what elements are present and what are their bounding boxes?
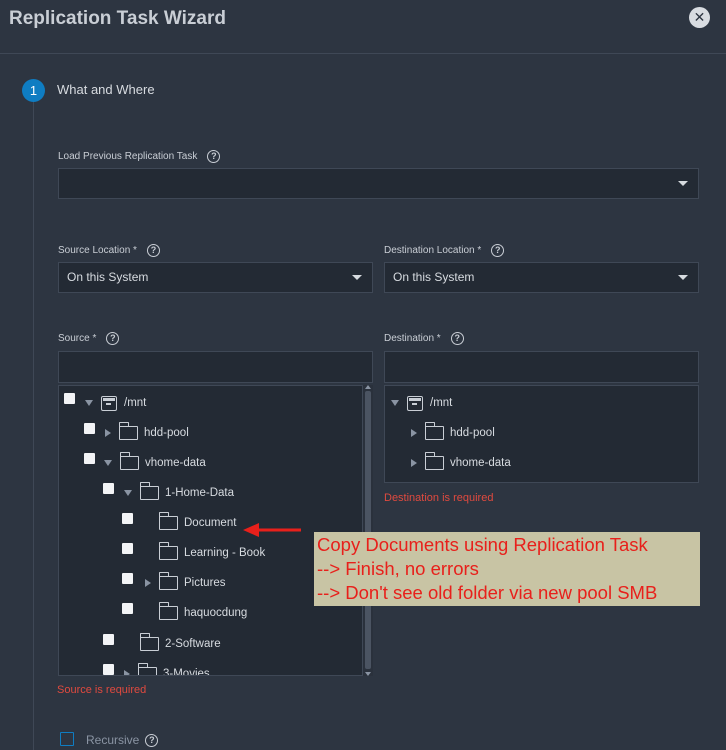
folder-icon bbox=[158, 572, 178, 590]
scroll-thumb[interactable] bbox=[365, 391, 371, 669]
scroll-up-icon[interactable] bbox=[365, 385, 371, 389]
folder-icon bbox=[158, 602, 178, 620]
recursive-label: Recursive ? bbox=[86, 733, 159, 747]
expand-arrow-icon[interactable] bbox=[105, 429, 111, 437]
folder-icon bbox=[119, 452, 139, 470]
annotation-line: Copy Documents using Replication Task bbox=[317, 534, 648, 555]
tree-node[interactable]: 1-Home-Data bbox=[124, 482, 234, 503]
annotation-line: --> Finish, no errors bbox=[317, 558, 479, 579]
tree-checkbox[interactable] bbox=[103, 483, 114, 494]
tree-node[interactable]: Document bbox=[145, 512, 236, 533]
step-label: What and Where bbox=[57, 82, 155, 97]
expand-arrow-icon[interactable] bbox=[85, 400, 93, 406]
tree-checkbox[interactable] bbox=[103, 664, 114, 675]
destination-location-label: Destination Location * ? bbox=[384, 244, 505, 257]
scroll-down-icon[interactable] bbox=[365, 672, 371, 676]
step-line bbox=[33, 101, 34, 750]
tree-checkbox[interactable] bbox=[122, 573, 133, 584]
tree-checkbox[interactable] bbox=[122, 603, 133, 614]
tree-node[interactable]: Learning - Book bbox=[145, 542, 265, 563]
destination-input[interactable] bbox=[384, 351, 699, 383]
step-number: 1 bbox=[22, 79, 45, 102]
tree-node[interactable]: vhome-data bbox=[104, 452, 206, 473]
annotation-arrow-icon bbox=[243, 523, 301, 537]
tree-checkbox[interactable] bbox=[122, 543, 133, 554]
source-label: Source * ? bbox=[58, 332, 120, 345]
annotation-line: --> Don't see old folder via new pool SM… bbox=[317, 582, 658, 603]
dialog-title: Replication Task Wizard bbox=[9, 8, 226, 29]
tree-checkbox[interactable] bbox=[64, 393, 75, 404]
tree-checkbox[interactable] bbox=[84, 423, 95, 434]
folder-icon bbox=[158, 542, 178, 560]
source-location-label: Source Location * ? bbox=[58, 244, 160, 257]
folder-icon bbox=[137, 663, 157, 675]
tree-node[interactable]: hdd-pool bbox=[411, 422, 495, 443]
tree-node[interactable]: Pictures bbox=[145, 572, 226, 593]
chevron-down-icon bbox=[678, 275, 688, 280]
source-location-select[interactable]: On this System bbox=[58, 262, 373, 293]
folder-icon bbox=[158, 512, 178, 530]
destination-location-select[interactable]: On this System bbox=[384, 262, 699, 293]
tree-checkbox[interactable] bbox=[84, 453, 95, 464]
recursive-checkbox[interactable] bbox=[60, 732, 74, 746]
folder-icon bbox=[424, 452, 444, 470]
folder-icon bbox=[139, 482, 159, 500]
annotation-note: Copy Documents using Replication Task --… bbox=[314, 532, 700, 606]
tree-node[interactable]: /mnt bbox=[391, 393, 452, 413]
source-input[interactable] bbox=[58, 351, 373, 383]
source-tree: /mnt hdd-pool vhome-data 1-Home-Data Doc… bbox=[58, 385, 363, 676]
destination-error: Destination is required bbox=[384, 492, 494, 504]
tree-node[interactable]: 2-Software bbox=[126, 633, 221, 654]
folder-icon bbox=[139, 633, 159, 651]
close-icon[interactable]: ✕ bbox=[689, 7, 710, 28]
expand-arrow-icon[interactable] bbox=[411, 429, 417, 437]
expand-arrow-icon[interactable] bbox=[104, 460, 112, 466]
expand-arrow-icon[interactable] bbox=[124, 670, 130, 675]
chevron-down-icon bbox=[352, 275, 362, 280]
help-icon[interactable]: ? bbox=[146, 244, 160, 257]
expand-arrow-icon[interactable] bbox=[124, 490, 132, 496]
folder-icon bbox=[118, 422, 138, 440]
tree-node[interactable]: 3-Movies bbox=[124, 663, 210, 675]
help-icon[interactable]: ? bbox=[450, 332, 464, 345]
tree-node[interactable]: /mnt bbox=[85, 393, 146, 413]
folder-icon bbox=[424, 422, 444, 440]
tree-node[interactable]: vhome-data bbox=[411, 452, 511, 473]
expand-arrow-icon[interactable] bbox=[145, 579, 151, 587]
help-icon[interactable]: ? bbox=[207, 150, 221, 163]
destination-label: Destination * ? bbox=[384, 332, 464, 345]
drive-icon bbox=[407, 395, 423, 411]
source-tree-scrollbar[interactable] bbox=[363, 385, 373, 676]
chevron-down-icon bbox=[678, 181, 688, 186]
load-previous-label: Load Previous Replication Task ? bbox=[58, 150, 221, 163]
tree-node[interactable]: haquocdung bbox=[145, 602, 247, 623]
tree-checkbox[interactable] bbox=[103, 634, 114, 645]
dialog-header: Replication Task Wizard ✕ bbox=[0, 0, 726, 54]
tree-checkbox[interactable] bbox=[122, 513, 133, 524]
source-error: Source is required bbox=[57, 684, 147, 696]
expand-arrow-icon[interactable] bbox=[411, 459, 417, 467]
tree-node[interactable]: hdd-pool bbox=[105, 422, 189, 443]
destination-tree: /mnt hdd-pool vhome-data bbox=[384, 385, 699, 483]
load-previous-select[interactable] bbox=[58, 168, 699, 199]
help-icon[interactable]: ? bbox=[106, 332, 120, 345]
help-icon[interactable]: ? bbox=[491, 244, 505, 257]
drive-icon bbox=[101, 395, 117, 411]
expand-arrow-icon[interactable] bbox=[391, 400, 399, 406]
help-icon[interactable]: ? bbox=[145, 733, 159, 747]
